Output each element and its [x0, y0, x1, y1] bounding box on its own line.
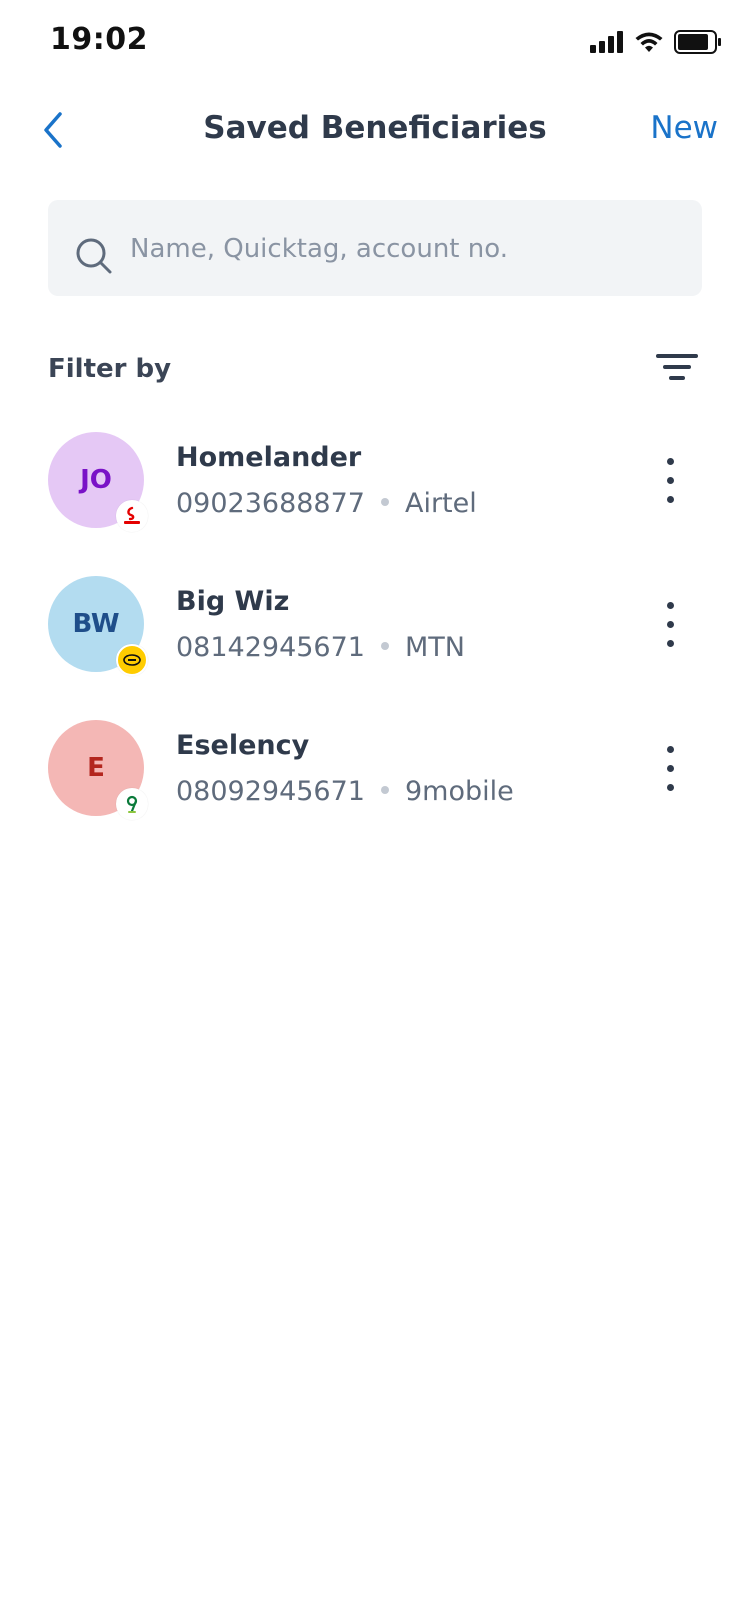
beneficiary-name: Big Wiz — [176, 586, 290, 617]
avatar-initials: JO — [80, 465, 112, 495]
wifi-icon — [635, 32, 663, 52]
status-icons — [590, 30, 722, 54]
beneficiary-network: 9mobile — [404, 776, 514, 807]
separator-dot — [380, 785, 389, 794]
nav-bar: Saved Beneficiaries New — [0, 90, 750, 170]
battery-icon — [674, 30, 721, 54]
airtel-logo-icon — [116, 500, 148, 532]
beneficiary-list: JO Homelander 09023688877 Airtel BW Big W… — [0, 430, 750, 862]
new-beneficiary-button[interactable]: New — [650, 110, 718, 146]
beneficiary-phone: 09023688877 — [176, 488, 365, 519]
beneficiary-row[interactable]: E Eselency 08092945671 9mobile — [0, 718, 750, 862]
separator-dot — [380, 497, 389, 506]
mtn-logo-icon — [116, 644, 148, 676]
beneficiary-network: Airtel — [404, 488, 477, 519]
status-bar: 19:02 — [0, 0, 750, 88]
separator-dot — [380, 641, 389, 650]
beneficiary-phone: 08142945671 — [176, 632, 365, 663]
search-input[interactable] — [128, 200, 692, 298]
more-options-button[interactable] — [660, 600, 680, 650]
beneficiary-name: Eselency — [176, 730, 310, 761]
beneficiary-phone: 08092945671 — [176, 776, 365, 807]
beneficiary-row[interactable]: BW Big Wiz 08142945671 MTN — [0, 574, 750, 718]
more-options-button[interactable] — [660, 456, 680, 506]
search-icon — [76, 238, 112, 274]
9mobile-logo-icon — [116, 788, 148, 820]
filter-icon[interactable] — [656, 354, 702, 384]
status-time: 19:02 — [50, 22, 148, 57]
beneficiary-name: Homelander — [176, 442, 362, 473]
beneficiary-details: 09023688877 Airtel — [176, 488, 477, 519]
page-title: Saved Beneficiaries — [203, 110, 547, 146]
beneficiary-network: MTN — [404, 632, 465, 663]
beneficiary-row[interactable]: JO Homelander 09023688877 Airtel — [0, 430, 750, 574]
filter-label: Filter by — [48, 354, 172, 384]
search-box[interactable] — [48, 200, 702, 298]
cellular-signal-icon — [590, 31, 623, 53]
beneficiary-details: 08092945671 9mobile — [176, 776, 514, 807]
avatar-initials: E — [87, 753, 105, 783]
avatar-initials: BW — [72, 609, 120, 639]
filter-row: Filter by — [48, 350, 702, 390]
beneficiary-details: 08142945671 MTN — [176, 632, 465, 663]
more-options-button[interactable] — [660, 744, 680, 794]
